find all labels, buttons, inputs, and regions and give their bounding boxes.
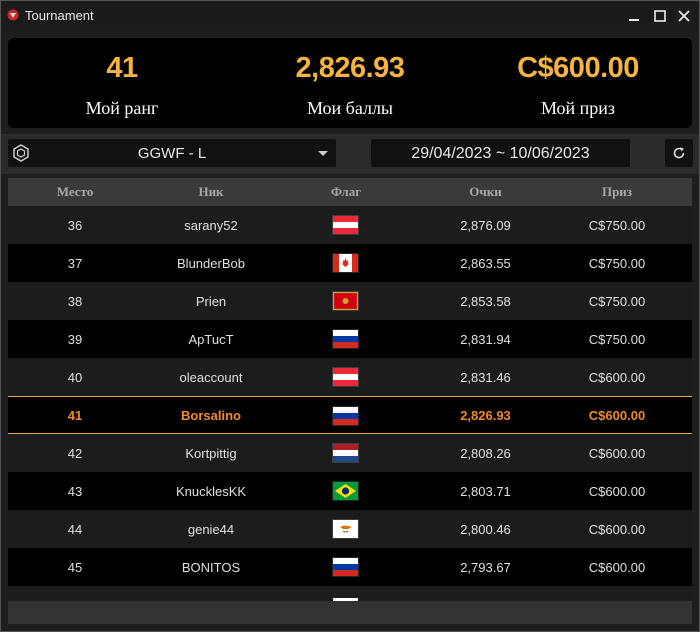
place-cell: 45 xyxy=(67,560,83,575)
my-prize-value: C$600.00 xyxy=(517,52,639,84)
points-cell: 2,808.26 xyxy=(460,446,511,461)
my-prize: C$600.00 Мой приз xyxy=(464,38,692,128)
points-cell: 2,831.94 xyxy=(460,332,511,347)
my-points-value: 2,826.93 xyxy=(295,52,405,84)
chevron-down-icon xyxy=(318,151,328,156)
flag-montenegro-icon xyxy=(333,292,359,310)
points-cell: 2,793.67 xyxy=(460,560,511,575)
app-logo-icon xyxy=(7,9,19,21)
close-icon xyxy=(678,10,690,22)
nick-cell: sarany52 xyxy=(184,218,238,233)
prize-cell: C$750.00 xyxy=(588,218,646,233)
maximize-icon xyxy=(654,10,666,22)
points-cell: 2,800.46 xyxy=(460,522,511,537)
points-cell: 2,831.46 xyxy=(460,370,511,385)
date-range-picker[interactable]: 29/04/2023 ~ 10/06/2023 xyxy=(371,139,630,167)
header-nick[interactable]: Ник xyxy=(142,184,280,200)
league-select-value: GGWF - L xyxy=(137,145,207,162)
my-points: 2,826.93 Мои баллы xyxy=(236,38,464,128)
refresh-icon xyxy=(673,147,685,159)
nick-cell: genie44 xyxy=(187,522,235,537)
prize-cell: C$750.00 xyxy=(588,294,646,309)
my-points-label: Мои баллы xyxy=(306,98,394,118)
refresh-button[interactable] xyxy=(665,139,693,167)
minimize-button[interactable] xyxy=(623,5,645,27)
place-cell: 42 xyxy=(67,446,83,461)
my-rank-value: 41 xyxy=(106,52,138,84)
header-points[interactable]: Очки xyxy=(413,184,558,200)
prize-cell: C$600.00 xyxy=(588,408,646,423)
nick-cell: Kortpittig xyxy=(185,446,237,461)
prize-cell: C$600.00 xyxy=(588,522,646,537)
flag-cyprus-icon xyxy=(333,520,359,538)
footer-bar xyxy=(8,601,692,624)
close-button[interactable] xyxy=(673,5,695,27)
table-row[interactable]: 37 BlunderBob 2,863.55 C$750.00 xyxy=(8,244,692,282)
points-cell: 2,863.55 xyxy=(460,256,511,271)
table-header: Место Ник Флаг Очки Приз xyxy=(8,178,692,206)
table-row[interactable]: 43 KnucklesKK 2,803.71 C$600.00 xyxy=(8,472,692,510)
flag-austria-icon xyxy=(333,368,359,386)
table-row[interactable]: 44 genie44 2,800.46 C$600.00 xyxy=(8,510,692,548)
points-cell: 2,853.58 xyxy=(460,294,511,309)
my-prize-label: Мой приз xyxy=(540,98,616,118)
points-cell: 2,826.93 xyxy=(460,408,511,423)
points-cell: 2,876.09 xyxy=(460,218,511,233)
place-cell: 40 xyxy=(67,370,83,385)
header-flag[interactable]: Флаг xyxy=(298,184,394,200)
flag-canada-icon xyxy=(333,254,359,272)
table-row-partial xyxy=(8,586,692,601)
place-cell: 37 xyxy=(67,256,83,271)
prize-cell: C$750.00 xyxy=(588,256,646,271)
minimize-icon xyxy=(629,19,639,21)
table-row[interactable]: 40 oleaccount 2,831.46 C$600.00 xyxy=(8,358,692,396)
leaderboard-table: Место Ник Флаг Очки Приз 36 sarany52 2,8… xyxy=(8,178,692,601)
prize-cell: C$600.00 xyxy=(588,446,646,461)
place-cell: 36 xyxy=(67,218,83,233)
prize-cell: C$600.00 xyxy=(588,370,646,385)
table-row[interactable]: 36 sarany52 2,876.09 C$750.00 xyxy=(8,206,692,244)
header-place[interactable]: Место xyxy=(8,184,142,200)
tournament-window: Tournament 41 Мой ранг 2,826.93 Мои балл… xyxy=(0,0,700,632)
nick-cell: oleaccount xyxy=(179,370,243,385)
prize-cell: C$600.00 xyxy=(588,484,646,499)
nick-cell: KnucklesKK xyxy=(175,484,247,499)
flag-russia-icon xyxy=(333,330,359,348)
header-prize[interactable]: Приз xyxy=(548,184,686,200)
summary-panel: 41 Мой ранг 2,826.93 Мои баллы C$600.00 … xyxy=(8,38,692,128)
flag-russia-icon xyxy=(333,558,359,576)
table-row[interactable]: 45 BONITOS 2,793.67 C$600.00 xyxy=(8,548,692,586)
prize-cell: C$600.00 xyxy=(588,560,646,575)
flag-brazil-icon xyxy=(333,482,359,500)
league-select[interactable]: GGWF - L xyxy=(8,139,336,167)
window-title: Tournament xyxy=(25,8,94,23)
place-cell: 38 xyxy=(67,294,83,309)
table-row-current-player[interactable]: 41 Borsalino 2,826.93 C$600.00 xyxy=(8,396,692,434)
place-cell: 41 xyxy=(67,408,83,423)
nick-cell: BlunderBob xyxy=(177,256,245,271)
points-cell: 2,803.71 xyxy=(460,484,511,499)
flag-austria-icon xyxy=(333,216,359,234)
prize-cell: C$750.00 xyxy=(588,332,646,347)
table-row[interactable]: 38 Prien 2,853.58 C$750.00 xyxy=(8,282,692,320)
title-bar: Tournament xyxy=(1,1,699,31)
table-row[interactable]: 42 Kortpittig 2,808.26 C$600.00 xyxy=(8,434,692,472)
table-row[interactable]: 39 ApTucT 2,831.94 C$750.00 xyxy=(8,320,692,358)
place-cell: 39 xyxy=(67,332,83,347)
nick-cell: Prien xyxy=(195,294,227,309)
table-body: 36 sarany52 2,876.09 C$750.00 37 Blunder… xyxy=(8,206,692,586)
place-cell: 43 xyxy=(67,484,83,499)
my-rank-label: Мой ранг xyxy=(85,98,159,118)
my-rank: 41 Мой ранг xyxy=(8,38,236,128)
flag-russia-icon xyxy=(333,407,359,425)
flag-netherlands-icon xyxy=(333,444,359,462)
maximize-button[interactable] xyxy=(649,5,671,27)
nick-cell: Borsalino xyxy=(181,408,241,423)
filter-bar: GGWF - L 29/04/2023 ~ 10/06/2023 xyxy=(1,134,699,174)
date-range-value: 29/04/2023 ~ 10/06/2023 xyxy=(411,145,590,162)
nick-cell: ApTucT xyxy=(188,332,234,347)
place-cell: 44 xyxy=(67,522,83,537)
nick-cell: BONITOS xyxy=(181,560,241,575)
